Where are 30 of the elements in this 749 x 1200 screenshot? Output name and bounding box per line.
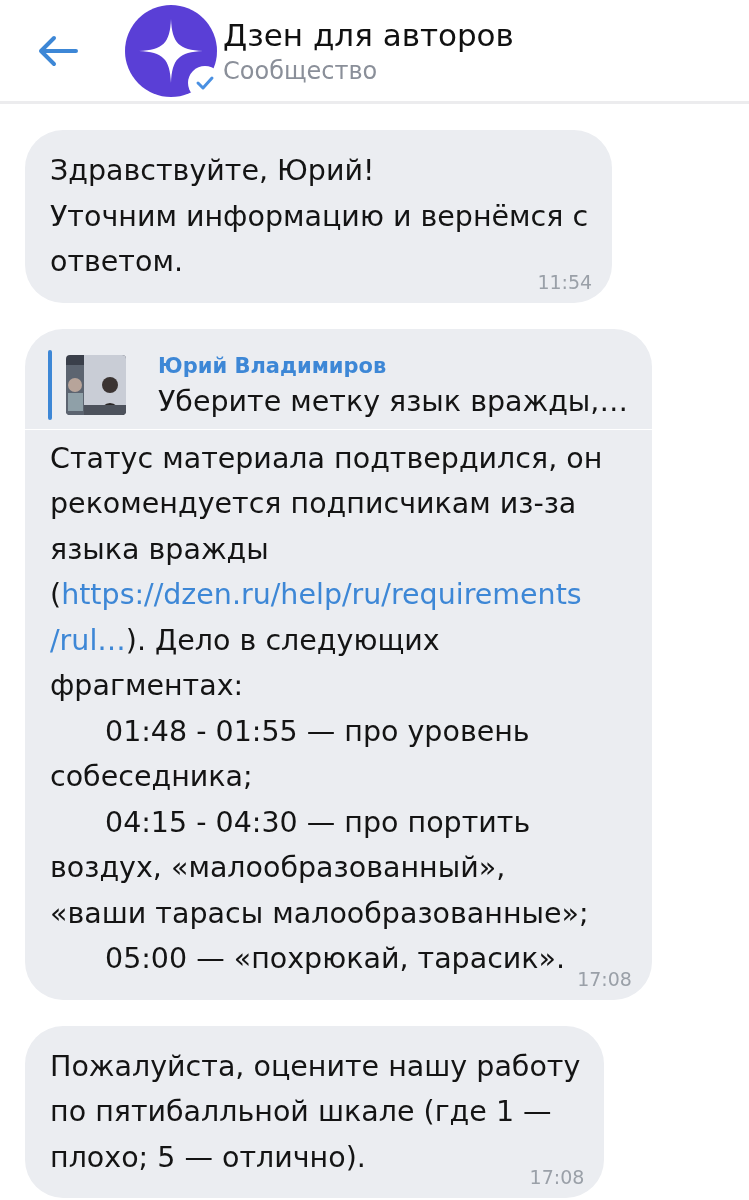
message-line: воздух, «малообразованный»,: [50, 850, 506, 886]
message-line: Уточним информацию и вернёмся с: [50, 198, 589, 235]
message-time: 11:54: [537, 270, 593, 293]
message-line: Здравствуйте, Юрий!: [50, 153, 375, 189]
message-line: рекомендуется подписчикам из-за: [50, 486, 577, 522]
chat-title: Дзен для авторов: [223, 15, 514, 55]
message-line: Статус материала подтвердился, он: [50, 440, 603, 477]
back-arrow-icon[interactable]: [36, 33, 80, 68]
message-line: ответом.: [50, 244, 183, 280]
message-time: 17:08: [529, 1166, 585, 1188]
message-line: 04:15 - 04:30 — про портить: [104, 804, 531, 841]
help-link[interactable]: https://dzen.ru/help/ru/requirements: [61, 578, 582, 611]
chat-subtitle: Сообщество: [223, 55, 379, 87]
help-link[interactable]: /rul…: [50, 623, 126, 657]
quote-text: Уберите метку язык вражды,…: [158, 383, 628, 420]
message-line: языка вражды: [50, 531, 269, 568]
message-line: /rul…). Дело в следующих: [50, 622, 440, 659]
quote-author: Юрий Владимиров: [158, 352, 388, 380]
message-line: по пятибалльной шкале (где 1 —: [50, 1094, 552, 1130]
message-line: фрагментах:: [50, 668, 244, 704]
message-line: собеседника;: [50, 759, 253, 795]
message-line: 05:00 — «похрюкай, тарасик».: [104, 941, 566, 977]
quote-bar: [48, 349, 52, 420]
message-line: (https://dzen.ru/help/ru/requirements: [50, 577, 582, 613]
message-line: «ваши тарасы малообразованные»;: [50, 895, 589, 932]
message-time: 17:08: [577, 967, 632, 990]
star-logo-icon: [125, 4, 217, 97]
message-line: 01:48 - 01:55 — про уровень: [104, 713, 530, 750]
message-line: Пожалуйста, оцените нашу работу: [50, 1048, 581, 1085]
message-line: плохо; 5 — отлично).: [50, 1139, 366, 1176]
